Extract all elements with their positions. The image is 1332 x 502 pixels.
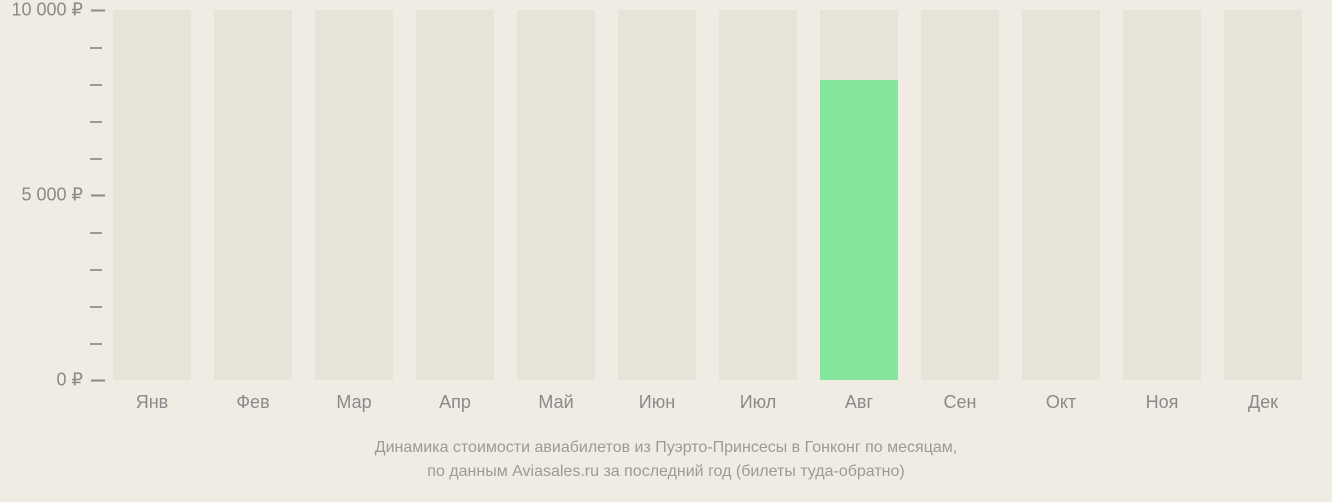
caption-line-1: Динамика стоимости авиабилетов из Пуэрто… <box>375 439 957 456</box>
month-column <box>517 10 595 380</box>
month-column <box>214 10 292 380</box>
y-minor-tick <box>90 306 102 308</box>
x-tick-label: Мар <box>336 392 371 413</box>
x-tick-label: Дек <box>1248 392 1278 413</box>
x-tick-label: Июн <box>639 392 675 413</box>
month-column <box>416 10 494 380</box>
y-tick-label: 0 ₽ <box>0 370 105 391</box>
chart-caption: Динамика стоимости авиабилетов из Пуэрто… <box>0 436 1332 484</box>
y-minor-tick <box>90 232 102 234</box>
y-minor-tick <box>90 47 102 49</box>
month-column <box>719 10 797 380</box>
y-minor-tick <box>90 84 102 86</box>
month-column <box>1123 10 1201 380</box>
x-tick-label: Окт <box>1046 392 1076 413</box>
y-minor-tick <box>90 343 102 345</box>
month-column <box>1022 10 1100 380</box>
x-tick-label: Авг <box>845 392 873 413</box>
x-tick-label: Апр <box>439 392 471 413</box>
plot-area <box>105 10 1315 380</box>
x-tick-label: Ноя <box>1146 392 1179 413</box>
month-column <box>1224 10 1302 380</box>
y-minor-tick <box>90 158 102 160</box>
month-column <box>113 10 191 380</box>
x-tick-label: Фев <box>236 392 269 413</box>
x-tick-label: Июл <box>740 392 777 413</box>
bar-chart <box>105 10 1315 380</box>
y-tick-label: 10 000 ₽ <box>0 0 105 21</box>
bar <box>820 80 898 380</box>
x-tick-label: Май <box>538 392 573 413</box>
caption-line-2: по данным Aviasales.ru за последний год … <box>427 463 904 480</box>
y-minor-tick <box>90 269 102 271</box>
month-column <box>921 10 999 380</box>
x-tick-label: Янв <box>136 392 169 413</box>
y-tick-label: 5 000 ₽ <box>0 185 105 206</box>
month-column <box>618 10 696 380</box>
x-tick-label: Сен <box>944 392 977 413</box>
y-minor-tick <box>90 121 102 123</box>
month-column <box>315 10 393 380</box>
